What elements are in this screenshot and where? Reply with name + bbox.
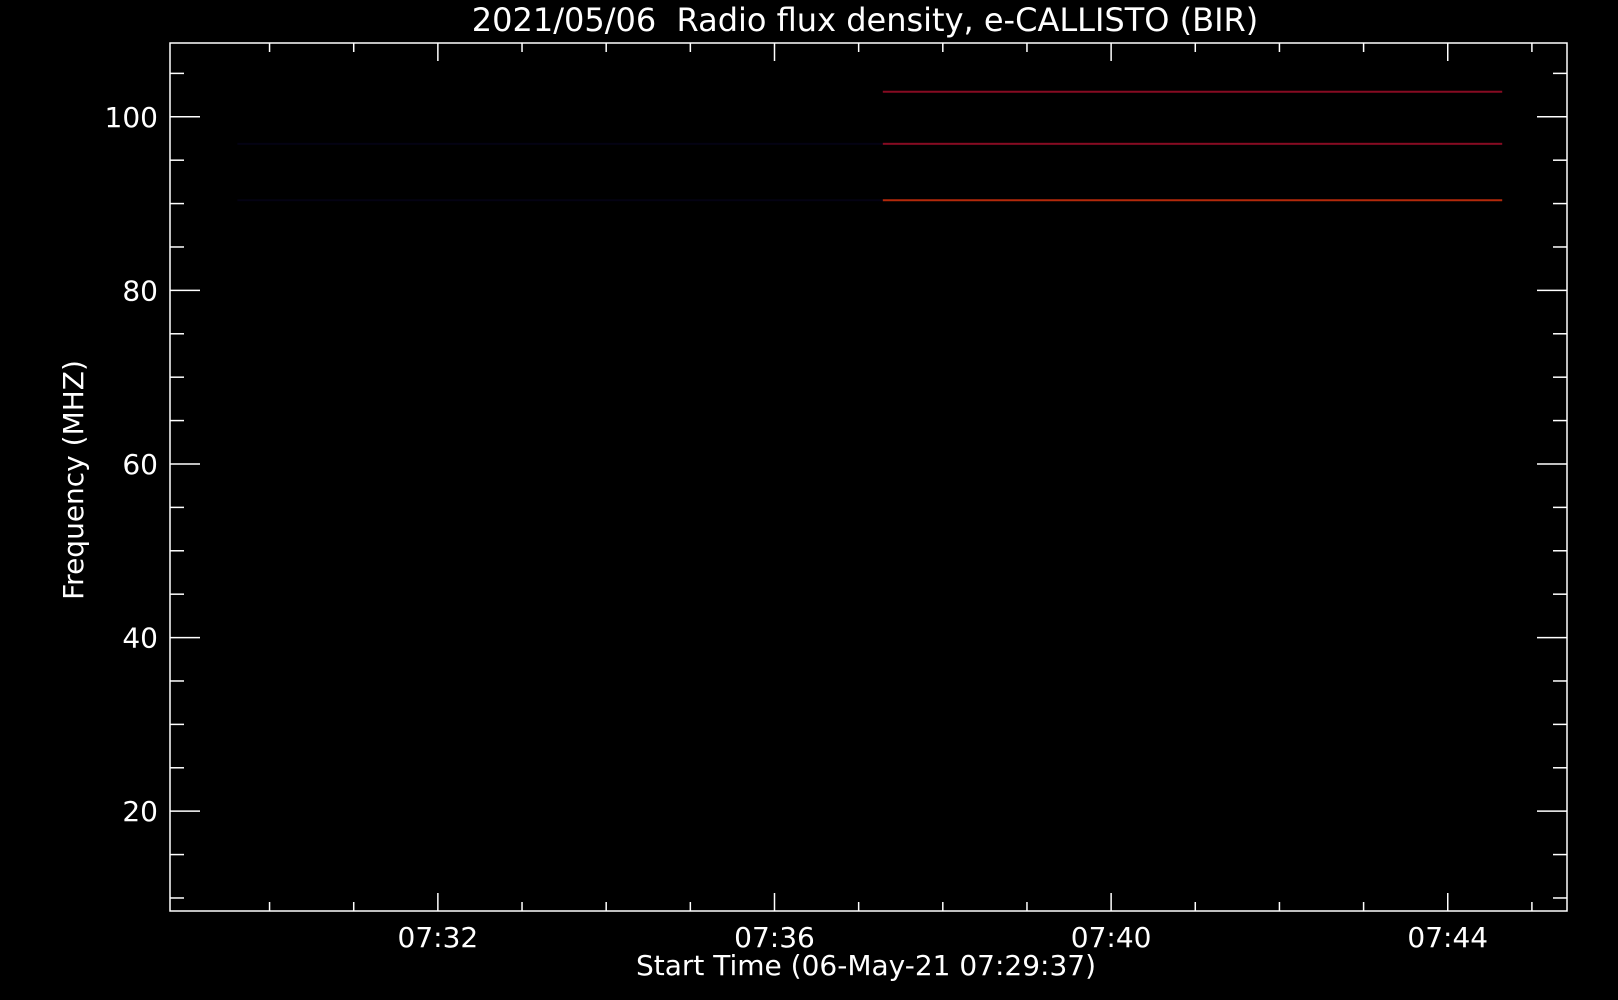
axis-ticks (170, 43, 1567, 911)
y-tick-label: 100 (105, 101, 158, 134)
y-tick-labels: 20 40 60 80 100 (105, 101, 158, 828)
spectrogram-chart: 2021/05/06 Radio flux density, e-CALLIST… (57, 1, 1568, 982)
chart-title: 2021/05/06 Radio flux density, e-CALLIST… (472, 1, 1258, 39)
x-tick-label: 07:32 (398, 921, 479, 954)
heatmap-feature (882, 199, 1503, 202)
x-tick-label: 07:44 (1407, 921, 1488, 954)
spectrogram-image (237, 90, 1503, 202)
x-axis-label: Start Time (06-May-21 07:29:37) (636, 949, 1096, 982)
y-tick-label: 20 (122, 795, 158, 828)
heatmap-feature (237, 142, 883, 145)
y-tick-label: 40 (122, 622, 158, 655)
y-axis-label: Frequency (MHZ) (57, 360, 90, 600)
heatmap-feature (882, 90, 1503, 93)
plot-frame (169, 42, 1568, 912)
y-tick-label: 60 (122, 448, 158, 481)
y-tick-label: 80 (122, 274, 158, 307)
heatmap-feature (882, 142, 1503, 145)
heatmap-feature (237, 199, 883, 202)
